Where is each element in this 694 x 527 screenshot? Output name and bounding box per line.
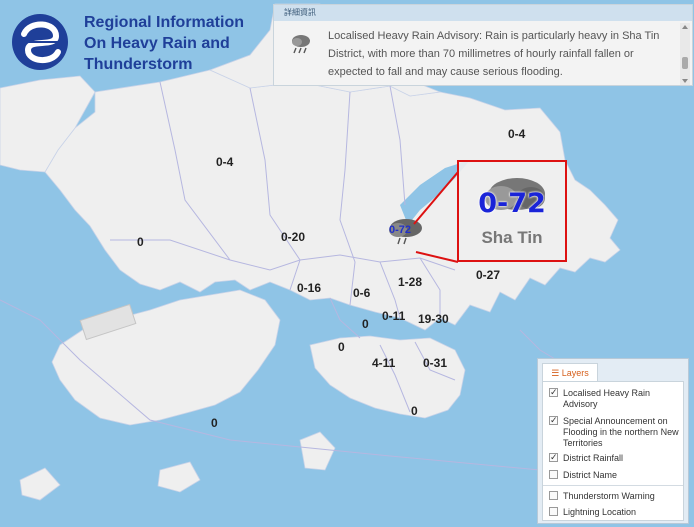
layer-lightning-location[interactable]: Lightning Location	[549, 507, 681, 518]
layer-checkbox[interactable]: ✓	[549, 416, 558, 425]
layer-heavy-rain-advisory[interactable]: ✓ Localised Heavy Rain Advisory	[549, 388, 681, 410]
layer-label: Localised Heavy Rain Advisory	[563, 388, 651, 409]
layers-panel: ☰ Layers ✓ Localised Heavy Rain Advisory…	[537, 358, 689, 524]
callout-district-name: Sha Tin	[481, 228, 543, 247]
layers-divider	[543, 485, 683, 486]
layers-list: ✓ Localised Heavy Rain Advisory ✓ Specia…	[542, 381, 684, 521]
layer-checkbox[interactable]: ✓	[549, 453, 558, 462]
layers-title: Layers	[561, 368, 589, 378]
layer-thunderstorm-warning[interactable]: Thunderstorm Warning	[549, 491, 681, 502]
callout-rainfall-value: 0-72	[478, 188, 546, 219]
layer-district-name[interactable]: District Name	[549, 470, 681, 481]
layer-checkbox[interactable]	[549, 491, 558, 500]
layer-label: Lightning Location	[563, 507, 637, 517]
layers-tab[interactable]: ☰ Layers	[542, 363, 598, 382]
menu-icon: ☰	[551, 368, 562, 378]
layer-label: District Rainfall	[563, 453, 624, 463]
layer-checkbox[interactable]	[549, 507, 558, 516]
layer-checkbox[interactable]	[549, 470, 558, 479]
layer-district-rainfall[interactable]: ✓ District Rainfall	[549, 453, 681, 464]
layer-checkbox[interactable]: ✓	[549, 388, 558, 397]
layer-flooding-announcement[interactable]: ✓ Special Announcement on Flooding in th…	[549, 416, 681, 449]
sha-tin-callout: 0-72 Sha Tin	[457, 160, 567, 262]
layer-label: District Name	[563, 470, 618, 480]
layer-label: Thunderstorm Warning	[563, 491, 655, 501]
layer-label: Special Announcement on Flooding in the …	[563, 416, 679, 448]
